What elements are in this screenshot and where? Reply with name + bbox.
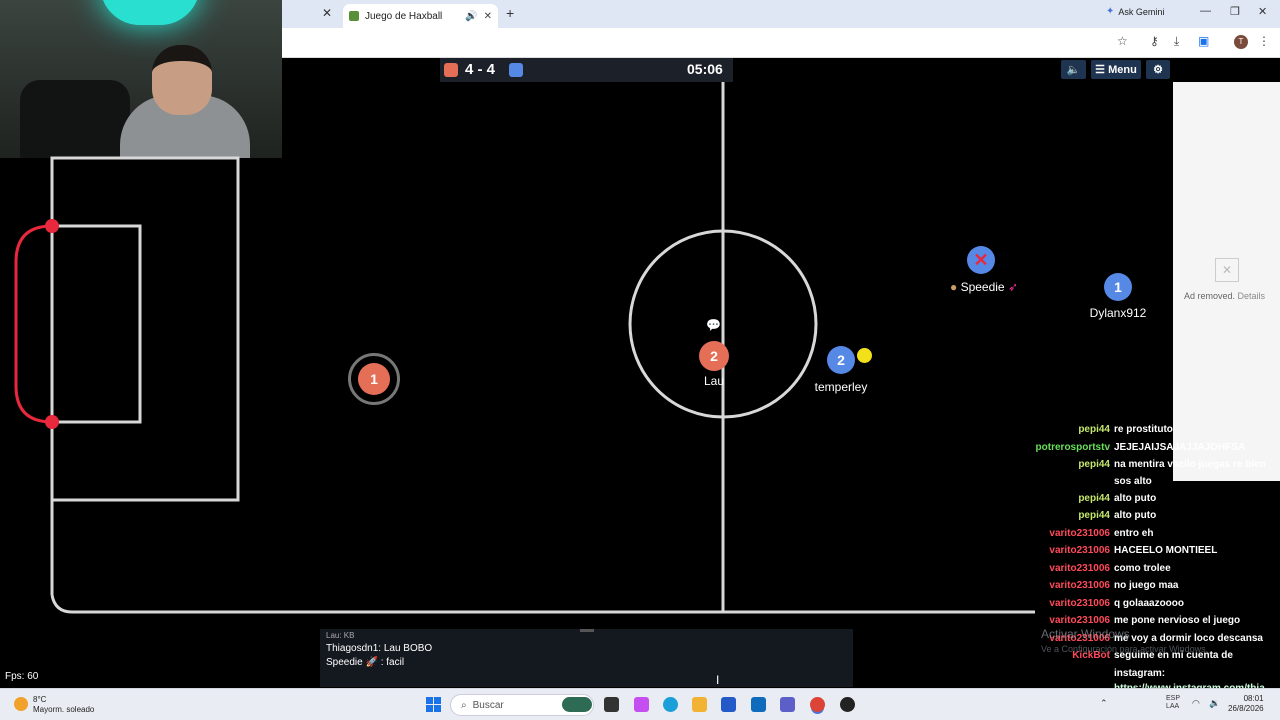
- screen: ✕ Juego de Haxball 🔊 ✕ + ✦ Ask Gemini — …: [0, 0, 1280, 720]
- clock-time: 08:01: [1243, 694, 1264, 703]
- chat-text: entro eh: [1114, 528, 1154, 539]
- volume-icon[interactable]: 🔉: [1209, 698, 1220, 709]
- obs-icon[interactable]: [840, 697, 855, 712]
- rocket-icon: ➶: [1007, 280, 1019, 294]
- chat-text: sos alto: [1114, 476, 1152, 487]
- player-red-1-ring: 1: [348, 353, 400, 405]
- goal-area: [50, 224, 142, 424]
- player-number: 2: [710, 348, 718, 364]
- player-number: 1: [1114, 279, 1122, 295]
- player-red-1: 1: [358, 363, 390, 395]
- chat-text: alto puto: [1114, 510, 1157, 521]
- outlook-icon[interactable]: [751, 697, 766, 712]
- chat-resize-handle[interactable]: [580, 629, 594, 632]
- chat-user: pepi44: [1078, 510, 1110, 521]
- ball: [857, 348, 872, 363]
- speech-bubble-icon: 💬: [706, 318, 721, 332]
- x-mark-icon: ✕: [973, 249, 989, 270]
- player-name: temperley: [814, 380, 868, 394]
- lang-layout: LAA: [1166, 703, 1180, 710]
- clock-date: 26/8/2026: [1228, 704, 1264, 713]
- weather-desc: Mayorm. soleado: [33, 705, 95, 714]
- chat-text: na mentira vacilo juegas re bien: [1114, 459, 1266, 470]
- chat-user: pepi44: [1078, 459, 1110, 470]
- store-icon[interactable]: [721, 697, 736, 712]
- penalty-box: [50, 156, 240, 502]
- chat-text: JEJEJAIJSAJAJJAJOHFSA: [1114, 442, 1246, 453]
- edge-icon[interactable]: [663, 697, 678, 712]
- player-blue-speedie: ✕: [967, 246, 995, 274]
- chat-text: no juego maa: [1114, 580, 1179, 591]
- chat-user: varito231006: [1049, 615, 1110, 626]
- player-number: 2: [837, 352, 845, 368]
- chat-text: me voy a dormir loco descansa: [1114, 633, 1263, 644]
- player-name: ● Speedie ➶: [950, 280, 1018, 294]
- chat-user: pepi44: [1078, 424, 1110, 435]
- chat-text: q golaaazoooo: [1114, 598, 1184, 609]
- activate-windows-subtitle: Ve a Configuración para activar Windows.: [1041, 644, 1209, 654]
- windows-start-icon[interactable]: [426, 697, 441, 712]
- chat-line: Speedie 🚀 : facil: [326, 657, 405, 668]
- goal-post-top: [45, 219, 59, 233]
- chevron-up-icon[interactable]: ⌃: [1100, 698, 1108, 709]
- player-name: Dylanx912: [1089, 306, 1147, 320]
- system-clock[interactable]: 08:01 26/8/2026: [1228, 694, 1264, 714]
- search-placeholder: Buscar: [472, 699, 504, 711]
- chat-user: varito231006: [1049, 528, 1110, 539]
- haxball-field: [14, 82, 1035, 614]
- chat-user: varito231006: [1049, 563, 1110, 574]
- chat-text: me pone nervioso el juego: [1114, 615, 1241, 626]
- player-name: Lau: [703, 374, 725, 388]
- chat-text: como trolee: [1114, 563, 1171, 574]
- player-blue-2: 2: [827, 346, 855, 374]
- player-number: 1: [370, 371, 378, 387]
- chat-line: Thiagosdn1: Lau BOBO: [326, 643, 433, 654]
- teams-icon[interactable]: [780, 697, 795, 712]
- goal-net: [14, 224, 53, 424]
- activate-windows-title: Activar Windows: [1041, 627, 1130, 641]
- chat-text: alto puto: [1114, 493, 1157, 504]
- chat-text: re prostituto: [1114, 424, 1173, 435]
- windows-taskbar: 8°C Mayorm. soleado ⌕ Buscar ⌃ ESP LAA ◠ …: [0, 688, 1280, 720]
- chat-text: HACEELO MONTIEEL: [1114, 545, 1218, 556]
- wifi-icon[interactable]: ◠: [1192, 698, 1200, 709]
- sun-icon: [14, 697, 28, 711]
- text-cursor-icon: I: [716, 673, 720, 687]
- chat-user: varito231006: [1049, 580, 1110, 591]
- player-red-2: 2: [699, 341, 729, 371]
- chat-text: instagram:: [1114, 668, 1166, 679]
- lang-code: ESP: [1166, 695, 1181, 702]
- copilot-icon[interactable]: [634, 697, 649, 712]
- potato-icon: ●: [949, 280, 958, 294]
- fps-counter: Fps: 60: [5, 671, 39, 682]
- chat-user: varito231006: [1049, 598, 1110, 609]
- search-icon: ⌕: [461, 699, 467, 711]
- file-explorer-icon[interactable]: [692, 697, 707, 712]
- player-name-text: Speedie: [960, 280, 1005, 294]
- chat-line: Lau: KB: [326, 631, 355, 639]
- bottom-boundary: [50, 594, 1035, 614]
- task-view-icon[interactable]: [604, 697, 619, 712]
- chat-user: varito231006: [1049, 545, 1110, 556]
- language-indicator[interactable]: ESP LAA: [1166, 695, 1180, 711]
- chrome-icon[interactable]: [810, 697, 825, 712]
- player-blue-1: 1: [1104, 273, 1132, 301]
- ingame-chat-box[interactable]: Lau: KB Thiagosdn1: Lau BOBO Speedie 🚀 :…: [320, 629, 853, 687]
- widget-image-icon[interactable]: [562, 697, 592, 712]
- chat-user: potrerosportstv: [1035, 442, 1110, 453]
- chat-user: pepi44: [1078, 493, 1110, 504]
- weather-temp: 8°C: [33, 695, 47, 704]
- goal-post-bottom: [45, 415, 59, 429]
